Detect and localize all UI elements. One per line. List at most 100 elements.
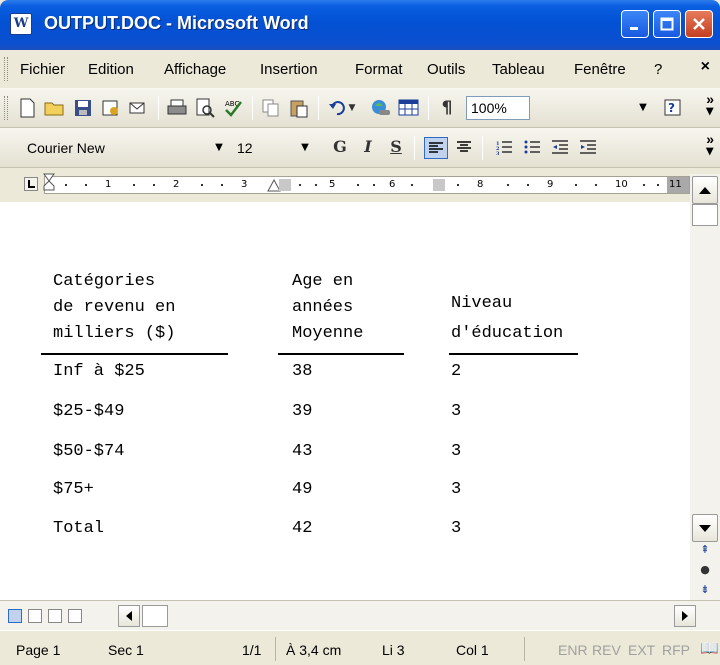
- svg-text:3: 3: [496, 151, 500, 155]
- italic-button[interactable]: I: [356, 137, 380, 159]
- toolbar-grip[interactable]: [4, 96, 8, 120]
- scroll-down-button[interactable]: [692, 514, 718, 542]
- increase-indent-icon[interactable]: [576, 137, 600, 159]
- close-document-icon[interactable]: ×: [701, 58, 710, 76]
- minimize-button[interactable]: [621, 10, 649, 38]
- insert-table-icon[interactable]: [398, 97, 420, 119]
- font-name-dropdown-arrow[interactable]: ▼: [210, 136, 228, 160]
- status-mode-enr[interactable]: ENR: [558, 642, 588, 658]
- outline-view-icon[interactable]: [68, 609, 82, 623]
- save-icon[interactable]: [72, 97, 94, 119]
- next-page-icon[interactable]: ⇟: [699, 584, 711, 596]
- close-window-button[interactable]: [685, 10, 713, 38]
- header-age-line3: Moyenne: [292, 324, 364, 343]
- permission-icon[interactable]: [100, 97, 122, 119]
- menu-help[interactable]: ?: [654, 61, 662, 78]
- normal-view-icon[interactable]: [8, 609, 22, 623]
- row-age: 43: [292, 442, 313, 461]
- toolbar-separator: [158, 96, 159, 120]
- copy-icon[interactable]: [260, 97, 282, 119]
- header-categories-line3: milliers ($): [53, 324, 176, 343]
- print-layout-view-icon[interactable]: [48, 609, 62, 623]
- undo-icon[interactable]: [326, 97, 348, 119]
- status-line: Li 3: [382, 642, 405, 658]
- status-mode-ext[interactable]: EXT: [628, 642, 655, 658]
- align-left-button[interactable]: [424, 137, 448, 159]
- toolbar-options-icon[interactable]: » ▾: [706, 92, 714, 117]
- column-marker[interactable]: [279, 179, 291, 191]
- menu-bar: Fichier Edition Affichage Insertion Form…: [0, 50, 720, 88]
- ruler-label: 1: [105, 179, 112, 190]
- print-preview-icon[interactable]: [194, 97, 216, 119]
- toolbar-separator: [318, 96, 319, 120]
- word-app-icon[interactable]: W: [10, 13, 32, 35]
- previous-page-icon[interactable]: ⇞: [699, 544, 711, 556]
- zoom-select[interactable]: 100%: [466, 96, 530, 120]
- toolbar-separator: [482, 136, 483, 160]
- menu-grip[interactable]: [4, 57, 8, 81]
- browse-object-icon[interactable]: ●: [699, 564, 711, 576]
- insert-hyperlink-icon[interactable]: [370, 97, 392, 119]
- scroll-right-button[interactable]: [674, 605, 696, 627]
- row-category: Inf à $25: [53, 362, 145, 381]
- menu-affichage[interactable]: Affichage: [164, 61, 226, 78]
- row-age: 39: [292, 402, 313, 421]
- toolbar-separator: [414, 136, 415, 160]
- toolbar-options-icon[interactable]: » ▾: [706, 132, 714, 157]
- zoom-dropdown-arrow[interactable]: ▼: [634, 96, 652, 120]
- menu-outils[interactable]: Outils: [427, 61, 465, 78]
- title-bar[interactable]: W OUTPUT.DOC - Microsoft Word: [0, 0, 720, 50]
- paste-icon[interactable]: [288, 97, 310, 119]
- vertical-scrollbar[interactable]: ⇞ ● ⇟: [690, 174, 720, 600]
- undo-dropdown-icon[interactable]: ▼: [346, 97, 358, 119]
- font-size-dropdown-arrow[interactable]: ▼: [296, 136, 314, 160]
- indent-marker-icon[interactable]: [43, 173, 55, 203]
- bullets-icon[interactable]: [520, 137, 544, 159]
- ruler-label: 11: [669, 179, 682, 190]
- status-section: Sec 1: [108, 642, 144, 658]
- document-margin: [0, 202, 20, 600]
- row-category: $50-$74: [53, 442, 125, 461]
- scroll-up-button[interactable]: [692, 176, 718, 204]
- open-folder-icon[interactable]: [44, 97, 66, 119]
- help-icon[interactable]: ?: [662, 97, 684, 119]
- header-categories-line1: Catégories: [53, 272, 156, 291]
- underline-button[interactable]: S: [384, 137, 408, 159]
- tab-selector-icon[interactable]: [24, 177, 38, 191]
- toolbar-separator: [252, 96, 253, 120]
- status-column: Col 1: [456, 642, 489, 658]
- maximize-button[interactable]: [653, 10, 681, 38]
- numbering-icon[interactable]: 123: [492, 137, 516, 159]
- row-education: 3: [451, 402, 462, 421]
- menu-insertion[interactable]: Insertion: [260, 61, 318, 78]
- menu-tableau[interactable]: Tableau: [492, 61, 545, 78]
- decrease-indent-icon[interactable]: [548, 137, 572, 159]
- spelling-icon[interactable]: ABC: [222, 97, 244, 119]
- svg-text:?: ?: [668, 101, 675, 115]
- ruler-area: 1 2 3 5 6 8 9 10 11: [0, 168, 720, 202]
- menu-fenetre[interactable]: Fenêtre: [574, 61, 626, 78]
- menu-format[interactable]: Format: [355, 61, 403, 78]
- font-size-select[interactable]: 12: [232, 136, 296, 160]
- email-icon[interactable]: [128, 97, 150, 119]
- status-mode-rfp[interactable]: RFP: [662, 642, 698, 658]
- scroll-thumb[interactable]: [692, 204, 718, 226]
- menu-fichier[interactable]: Fichier: [20, 61, 65, 78]
- status-bar: Page 1 Sec 1 1/1 À 3,4 cm Li 3 Col 1 ENR…: [0, 630, 720, 665]
- align-center-button[interactable]: [452, 137, 476, 159]
- web-layout-view-icon[interactable]: [28, 609, 42, 623]
- row-education: 3: [451, 519, 462, 538]
- menu-edition[interactable]: Edition: [88, 61, 134, 78]
- show-formatting-icon[interactable]: ¶: [436, 97, 458, 119]
- print-icon[interactable]: [166, 97, 188, 119]
- status-mode-rev[interactable]: REV: [592, 642, 621, 658]
- document-page[interactable]: Catégories de revenu en milliers ($) Age…: [20, 202, 690, 600]
- horizontal-scroll-thumb[interactable]: [142, 605, 168, 627]
- bold-button[interactable]: G: [328, 137, 352, 159]
- font-name-select[interactable]: Courier New: [22, 136, 220, 160]
- column-marker[interactable]: [433, 179, 445, 191]
- new-document-icon[interactable]: [16, 97, 38, 119]
- horizontal-ruler[interactable]: 1 2 3 5 6 8 9 10 11: [43, 173, 690, 194]
- spelling-status-icon[interactable]: 📖: [700, 639, 719, 657]
- scroll-left-button[interactable]: [118, 605, 140, 627]
